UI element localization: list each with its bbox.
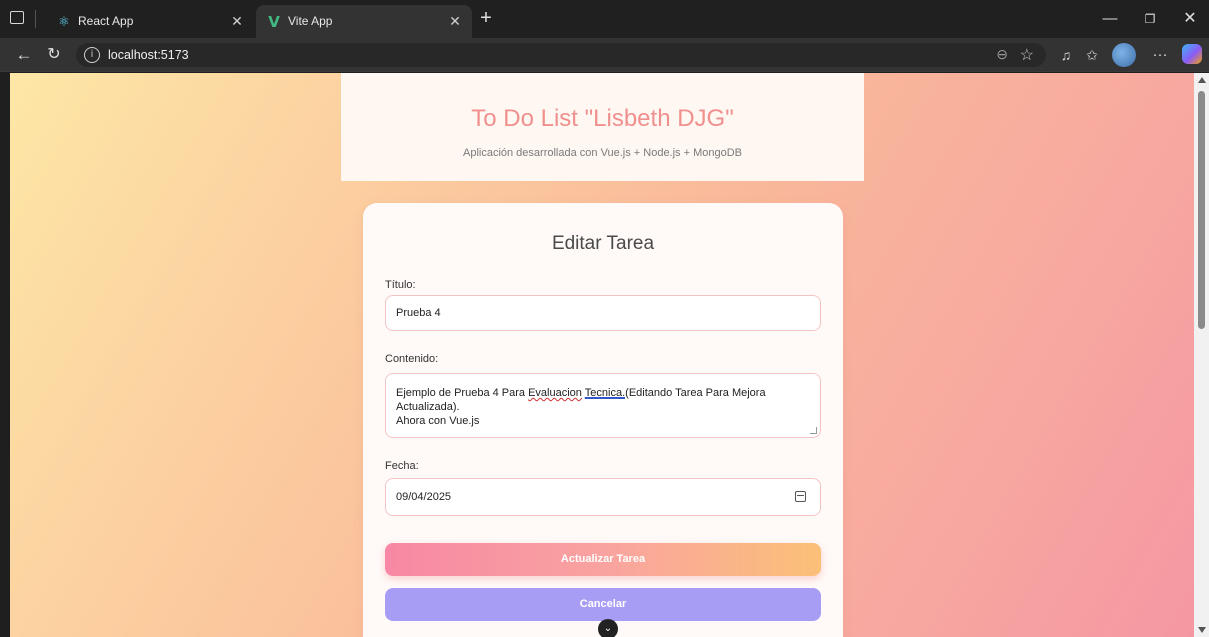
- scroll-up-arrow-icon[interactable]: [1198, 77, 1206, 83]
- favorites-icon[interactable]: ✩: [1082, 46, 1102, 64]
- scrollbar-thumb[interactable]: [1198, 91, 1205, 329]
- extensions-icon[interactable]: ♫: [1056, 46, 1076, 64]
- page-header: To Do List "Lisbeth DJG" Aplicación desa…: [341, 73, 864, 181]
- spelling-error-word: Evaluacion: [528, 387, 582, 399]
- page-viewport: To Do List "Lisbeth DJG" Aplicación desa…: [10, 73, 1194, 637]
- scroll-down-icon[interactable]: ⌄: [598, 619, 618, 637]
- reload-icon[interactable]: ↻: [44, 45, 64, 65]
- vue-icon: V: [268, 13, 280, 31]
- sidebar-toggle-icon[interactable]: [10, 11, 24, 24]
- content-text: Ejemplo de Prueba 4 Para: [396, 387, 529, 399]
- tab-title: React App: [78, 14, 134, 28]
- minimize-icon[interactable]: —: [1100, 9, 1120, 29]
- react-icon: ⚛: [58, 14, 70, 29]
- update-task-button[interactable]: Actualizar Tarea: [385, 543, 821, 576]
- edit-task-form: Editar Tarea Título: Prueba 4 Contenido:…: [363, 203, 843, 637]
- address-toolbar: ← ↻ i localhost:5173 ⊖ ☆ ♫ ✩ ···: [0, 38, 1209, 72]
- content-textarea[interactable]: Ejemplo de Prueba 4 Para Evaluacion Tecn…: [385, 373, 821, 438]
- page-scrollbar[interactable]: [1194, 73, 1209, 637]
- site-info-icon[interactable]: i: [84, 47, 100, 63]
- new-tab-icon[interactable]: +: [476, 8, 496, 28]
- date-label: Fecha:: [385, 460, 419, 472]
- content-text: Ahora con Vue.js: [396, 415, 480, 427]
- restore-icon[interactable]: ❐: [1140, 9, 1160, 29]
- favorite-star-icon[interactable]: ☆: [1020, 45, 1034, 65]
- resize-handle-icon[interactable]: [810, 427, 817, 434]
- tab-divider: [35, 10, 36, 28]
- copilot-icon[interactable]: [1182, 44, 1202, 64]
- tab-vite-app[interactable]: V Vite App ✕: [256, 5, 472, 38]
- date-input[interactable]: 09/04/2025: [385, 478, 821, 516]
- close-tab-icon[interactable]: ✕: [446, 12, 464, 30]
- page-title: To Do List "Lisbeth DJG": [471, 105, 734, 132]
- back-arrow-icon[interactable]: ←: [14, 45, 34, 65]
- grammar-error-word: Tecnica.(: [584, 387, 629, 399]
- title-label: Título:: [385, 279, 416, 291]
- url-text[interactable]: localhost:5173: [108, 48, 189, 62]
- date-value: 09/04/2025: [396, 491, 452, 503]
- cancel-button[interactable]: Cancelar: [385, 588, 821, 621]
- tab-react-app[interactable]: ⚛ React App ✕: [46, 5, 254, 38]
- more-options-icon[interactable]: ···: [1150, 46, 1170, 64]
- zoom-icon[interactable]: ⊖: [996, 46, 1008, 63]
- tab-title: Vite App: [288, 14, 333, 28]
- form-heading: Editar Tarea: [551, 233, 655, 254]
- title-input[interactable]: Prueba 4: [385, 295, 821, 331]
- content-label: Contenido:: [385, 353, 439, 365]
- browser-tab-bar: ⚛ React App ✕ V Vite App ✕ + — ❐ ✕: [0, 0, 1209, 38]
- calendar-icon[interactable]: [795, 491, 806, 502]
- close-window-icon[interactable]: ✕: [1180, 9, 1200, 29]
- close-tab-icon[interactable]: ✕: [228, 12, 246, 30]
- profile-avatar[interactable]: [1112, 43, 1136, 67]
- address-bar[interactable]: i localhost:5173 ⊖ ☆: [76, 43, 1046, 67]
- scroll-down-arrow-icon[interactable]: [1198, 627, 1206, 633]
- page-subtitle: Aplicación desarrollada con Vue.js + Nod…: [462, 147, 743, 159]
